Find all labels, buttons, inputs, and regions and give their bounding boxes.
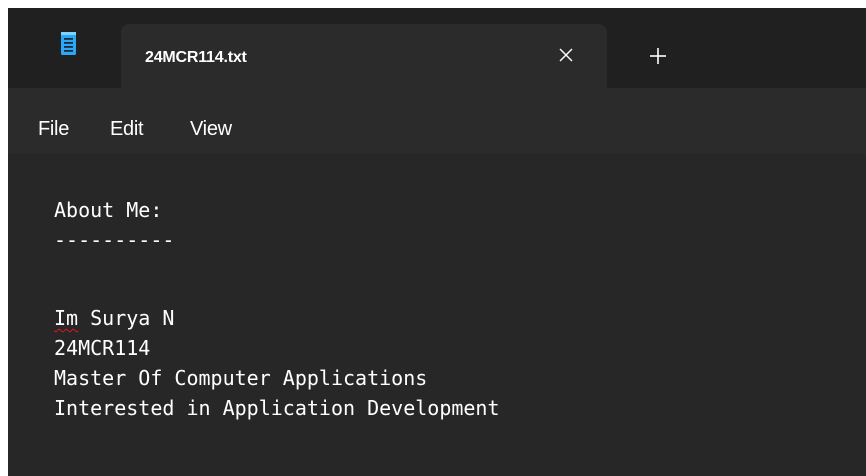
notepad-icon bbox=[61, 32, 76, 55]
roll-number-line: 24MCR114 bbox=[54, 336, 151, 360]
misspelled-word: Im bbox=[54, 306, 79, 330]
interest-line: Interested in Application Development bbox=[54, 396, 500, 420]
menu-file[interactable]: File bbox=[38, 118, 69, 141]
heading-line: About Me: bbox=[54, 198, 163, 222]
notepad-window: 24MCR114.txt File Edit View About Me: --… bbox=[8, 8, 866, 476]
menu-edit[interactable]: Edit bbox=[110, 118, 144, 141]
heading-underline: ---------- bbox=[54, 228, 175, 252]
plus-icon[interactable] bbox=[648, 46, 668, 66]
name-text: Surya N bbox=[78, 306, 175, 330]
text-editor-area[interactable]: About Me: ---------- Im Surya N 24MCR114… bbox=[8, 154, 866, 476]
menu-view[interactable]: View bbox=[190, 118, 232, 141]
close-icon[interactable] bbox=[557, 46, 575, 64]
title-bar: 24MCR114.txt bbox=[8, 8, 866, 88]
degree-line: Master Of Computer Applications bbox=[54, 366, 428, 390]
tab-title: 24MCR114.txt bbox=[145, 49, 247, 66]
name-line: Im Surya N bbox=[54, 306, 174, 330]
menu-bar: File Edit View bbox=[8, 88, 866, 154]
tab-24mcr114[interactable]: 24MCR114.txt bbox=[121, 24, 607, 88]
